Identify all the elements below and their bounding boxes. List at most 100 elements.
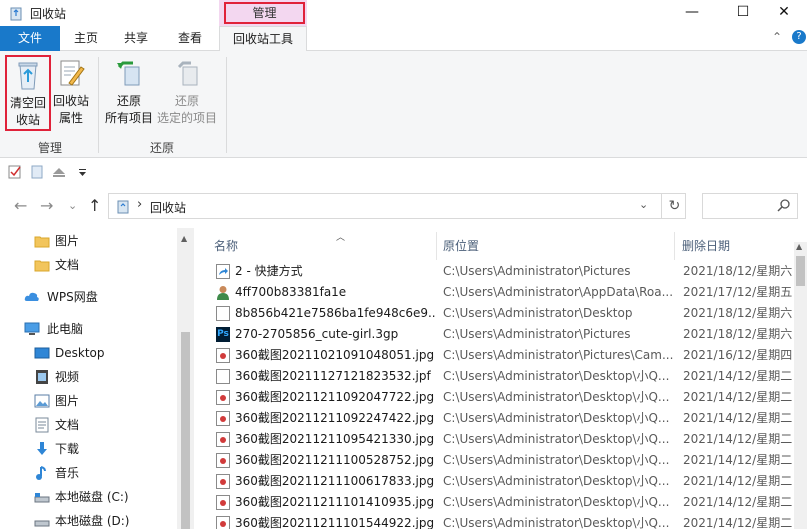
context-tab-manage[interactable]: 管理 <box>224 2 305 24</box>
nav-item-pictures-quick[interactable]: 图片 <box>0 229 178 253</box>
properties-check-icon[interactable] <box>8 165 22 179</box>
file-name: 2 - 快捷方式 <box>235 264 303 278</box>
tab-home[interactable]: 主页 <box>64 26 108 51</box>
properties-label-line2: 属性 <box>58 111 83 125</box>
tab-share[interactable]: 共享 <box>114 26 158 51</box>
restore-all-label-line1: 还原 <box>116 94 141 108</box>
breadcrumb-recycle-bin[interactable]: 回收站 <box>150 199 186 216</box>
file-name: 360截图20211211101544922.jpg <box>235 516 435 529</box>
file-deleted-date: 2021/18/12/星期六 <box>683 264 793 278</box>
restore-selected-button[interactable]: 还原 选定的项目 <box>156 55 218 131</box>
nav-item-desktop[interactable]: Desktop <box>0 341 178 365</box>
scroll-up-icon[interactable]: ▲ <box>796 242 802 251</box>
back-button[interactable]: ← <box>14 196 27 215</box>
up-button[interactable]: ↑ <box>88 196 101 215</box>
documents-icon <box>35 417 49 433</box>
scroll-up-icon[interactable]: ▲ <box>181 234 187 243</box>
file-original-location: C:\Users\Administrator\Desktop\小Q... <box>443 516 670 529</box>
column-divider[interactable] <box>674 232 675 260</box>
file-name: 360截图20211021091048051.jpg <box>235 348 435 362</box>
ribbon: 清空回 收站 回收站 属性 还原 所有项目 还原 选定的项目 管理 还原 <box>0 51 807 158</box>
maximize-button[interactable]: ☐ <box>720 0 766 26</box>
nav-item-this-pc[interactable]: 此电脑 <box>0 317 178 341</box>
nav-item-wps-cloud[interactable]: WPS网盘 <box>0 285 178 309</box>
empty-recycle-bin-button[interactable]: 清空回 收站 <box>5 55 51 131</box>
table-row[interactable]: 360截图20211021091048051.jpg C:\Users\Admin… <box>210 345 796 366</box>
nav-item-drive-c[interactable]: 本地磁盘 (C:) <box>0 485 178 509</box>
file-original-location: C:\Users\Administrator\Desktop <box>443 306 633 320</box>
file-deleted-date: 2021/14/12/星期二 <box>683 411 793 425</box>
file-deleted-date: 2021/17/12/星期五 <box>683 285 793 299</box>
navigation-pane: 图片 文档 WPS网盘 此电脑 Desktop 视频 图片 文档 下载 音乐 本… <box>0 228 194 529</box>
table-row[interactable]: 2 - 快捷方式 C:\Users\Administrator\Pictures 2… <box>210 261 796 282</box>
recycle-bin-icon <box>10 7 22 21</box>
minimize-button[interactable]: — <box>669 0 715 26</box>
nav-item-documents-quick[interactable]: 文档 <box>0 253 178 277</box>
file-icon <box>216 306 230 321</box>
file-original-location: C:\Users\Administrator\Desktop\小Q... <box>443 432 670 446</box>
file-list-scrollbar[interactable]: ▲ <box>794 242 807 529</box>
restore-selected-icon <box>171 57 203 89</box>
help-icon[interactable]: ? <box>792 30 806 44</box>
nav-scrollbar[interactable]: ▲ <box>177 228 194 529</box>
table-row[interactable]: 360截图20211211092047722.jpg C:\Users\Admin… <box>210 387 796 408</box>
eject-icon[interactable] <box>52 165 66 179</box>
group-separator <box>226 57 227 153</box>
table-row[interactable]: 8b856b421e7586ba1fe948c6e9... C:\Users\Ad… <box>210 303 796 324</box>
table-row[interactable]: 360截图20211127121823532.jpf C:\Users\Admin… <box>210 366 796 387</box>
cloud-icon <box>24 292 39 301</box>
table-row[interactable]: 360截图20211211095421330.jpg C:\Users\Admin… <box>210 429 796 450</box>
nav-item-documents[interactable]: 文档 <box>0 413 178 437</box>
nav-item-videos[interactable]: 视频 <box>0 365 178 389</box>
group-separator <box>98 57 99 153</box>
table-row[interactable]: 360截图20211211101410935.jpg C:\Users\Admin… <box>210 492 796 513</box>
file-name: 270-2705856_cute-girl.3gp <box>235 327 399 341</box>
recycle-bin-properties-button[interactable]: 回收站 属性 <box>52 55 90 131</box>
search-icon <box>777 199 790 212</box>
collapse-ribbon-icon[interactable]: ⌃ <box>772 30 782 44</box>
image-file-icon <box>216 432 230 447</box>
photoshop-icon: Ps <box>216 327 230 342</box>
table-row[interactable]: 4ff700b83381fa1e C:\Users\Administrator\A… <box>210 282 796 303</box>
search-input[interactable] <box>702 193 798 219</box>
download-icon <box>37 442 47 455</box>
recent-locations-button[interactable]: ⌄ <box>68 199 77 212</box>
tab-recycle-bin-tools[interactable]: 回收站工具 <box>219 26 307 52</box>
column-divider[interactable] <box>436 232 437 260</box>
column-header-date[interactable]: 删除日期 <box>682 232 792 260</box>
close-button[interactable]: ✕ <box>761 0 807 26</box>
file-original-location: C:\Users\Administrator\Pictures <box>443 264 631 278</box>
address-dropdown-icon[interactable]: ⌄ <box>639 198 648 211</box>
empty-bin-icon <box>12 59 44 91</box>
ribbon-tabs: 文件 主页 共享 查看 回收站工具 ⌃ <box>0 26 807 52</box>
table-row[interactable]: 360截图20211211092247422.jpg C:\Users\Admin… <box>210 408 796 429</box>
tab-view[interactable]: 查看 <box>168 26 212 51</box>
address-bar[interactable]: › 回收站 ⌄ ↻ <box>108 193 686 219</box>
file-original-location: C:\Users\Administrator\Pictures <box>443 327 631 341</box>
nav-item-music[interactable]: 音乐 <box>0 461 178 485</box>
table-row[interactable]: Ps 270-2705856_cute-girl.3gp C:\Users\Admi… <box>210 324 796 345</box>
nav-item-pictures[interactable]: 图片 <box>0 389 178 413</box>
file-name: 360截图20211211092047722.jpg <box>235 390 435 404</box>
file-name: 360截图20211127121823532.jpf <box>235 369 431 383</box>
restore-all-button[interactable]: 还原 所有项目 <box>104 55 154 131</box>
nav-item-downloads[interactable]: 下载 <box>0 437 178 461</box>
column-header-name[interactable]: 名称 ︿ <box>214 232 436 260</box>
file-deleted-date: 2021/14/12/星期二 <box>683 369 793 383</box>
table-row[interactable]: 360截图20211211100528752.jpg C:\Users\Admin… <box>210 450 796 471</box>
forward-button[interactable]: → <box>40 196 53 215</box>
nav-item-drive-d[interactable]: 本地磁盘 (D:) <box>0 509 178 529</box>
recycle-bin-icon <box>117 200 129 214</box>
customize-qat-icon[interactable] <box>76 165 90 179</box>
table-row[interactable]: 360截图20211211101544922.jpg C:\Users\Admin… <box>210 513 796 529</box>
nav-scrollbar-thumb[interactable] <box>181 332 190 529</box>
tab-file[interactable]: 文件 <box>0 26 60 51</box>
refresh-button[interactable]: ↻ <box>661 194 687 218</box>
file-list-scrollbar-thumb[interactable] <box>796 256 805 286</box>
table-row[interactable]: 360截图20211211100617833.jpg C:\Users\Admin… <box>210 471 796 492</box>
file-name: 360截图20211211092247422.jpg <box>235 411 435 425</box>
image-file-icon <box>216 390 230 405</box>
file-icon <box>216 369 230 384</box>
column-header-location[interactable]: 原位置 <box>443 232 673 260</box>
new-folder-icon[interactable] <box>30 165 44 179</box>
